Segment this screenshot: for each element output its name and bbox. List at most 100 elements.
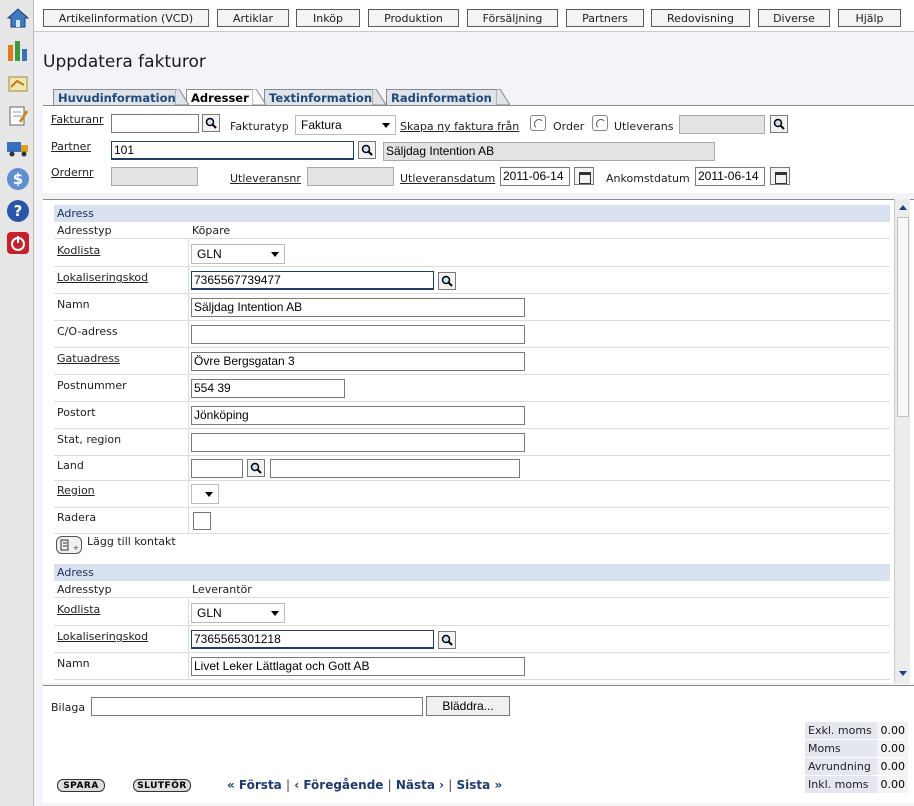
table-row: Region xyxy=(54,481,890,508)
namn-label: Namn xyxy=(57,657,90,670)
kodlista-label: Kodlista xyxy=(57,244,101,257)
utleveransnr-input[interactable] xyxy=(307,167,394,186)
partner-input[interactable]: 101 xyxy=(111,141,354,160)
header-panel: Fakturanr Fakturatyp Faktura Skapa ny fa… xyxy=(43,105,914,193)
tab-textinformation[interactable]: Textinformation xyxy=(264,89,374,105)
tab-adresser[interactable]: Adresser xyxy=(186,89,254,106)
menu-artikelinformation[interactable]: Artikelinformation (VCD) xyxy=(43,9,209,27)
lokaliseringskod-input[interactable]: 7365565301218 xyxy=(191,630,434,649)
kodlista-select[interactable]: GLN xyxy=(191,603,285,623)
tab-radinformation[interactable]: Radinformation xyxy=(386,89,498,105)
pager-first[interactable]: « Första xyxy=(227,778,282,792)
menu-hjalp[interactable]: Hjälp xyxy=(838,9,901,27)
left-toolbar: $ ? xyxy=(0,0,34,806)
menu-forsaljning[interactable]: Försäljning xyxy=(467,9,558,27)
land-label: Land xyxy=(57,459,84,472)
ankomstdatum-input[interactable]: 2011-06-14 xyxy=(695,167,765,186)
postnummer-input[interactable]: 554 39 xyxy=(191,379,345,398)
pager-sep: | xyxy=(285,778,291,792)
region-select[interactable] xyxy=(191,484,219,504)
kodlista-value: GLN xyxy=(197,247,222,261)
menu-inkop[interactable]: Inköp xyxy=(296,9,360,27)
partner-name-field: Säljdag Intention AB xyxy=(383,142,715,161)
app-window: $ ? Artikelinformation (VCD) Artiklar In… xyxy=(0,0,914,806)
table-row: Land xyxy=(54,456,890,481)
table-row: Kodlista GLN xyxy=(54,598,890,626)
radera-checkbox[interactable] xyxy=(193,512,211,530)
fakturanr-input[interactable] xyxy=(111,114,199,133)
bilaga-label: Bilaga xyxy=(51,701,86,714)
menu-artiklar[interactable]: Artiklar xyxy=(217,9,289,27)
utleveransdatum-label: Utleveransdatum xyxy=(400,172,496,185)
order-radio[interactable] xyxy=(530,115,546,131)
calendar-icon[interactable] xyxy=(770,167,790,185)
table-row: Adresstyp Köpare xyxy=(54,222,890,239)
namn-input[interactable]: Säljdag Intention AB xyxy=(191,298,525,317)
co-input[interactable] xyxy=(191,325,525,344)
namn-input[interactable]: Livet Leker Lättlagat och Gott AB xyxy=(191,657,525,676)
edit-note-icon[interactable] xyxy=(5,103,30,128)
finish-button[interactable]: SLUTFÖR xyxy=(133,779,191,792)
menu-produktion[interactable]: Produktion xyxy=(368,9,459,27)
utleveransdatum-input[interactable]: 2011-06-14 xyxy=(500,167,570,186)
search-icon[interactable] xyxy=(358,141,376,159)
add-contact-label[interactable]: Lägg till kontakt xyxy=(87,535,176,548)
menu-redovisning[interactable]: Redovisning xyxy=(651,9,750,27)
pager-prev[interactable]: ‹ Föregående xyxy=(294,778,383,792)
bilaga-input[interactable] xyxy=(91,697,423,716)
postort-input[interactable]: Jönköping xyxy=(191,406,525,425)
table-row: Adresstyp Leverantör xyxy=(54,581,890,598)
totals-row: Exkl. moms 0.00 xyxy=(805,722,908,740)
fakturatyp-select[interactable]: Faktura xyxy=(295,115,396,135)
home-icon[interactable] xyxy=(5,5,30,30)
save-button[interactable]: SPARA xyxy=(57,779,105,792)
gatuadress-input[interactable]: Övre Bergsgatan 3 xyxy=(191,352,525,371)
land-code-input[interactable] xyxy=(191,459,243,478)
table-row: Postnummer 554 39 xyxy=(54,375,890,402)
menu-diverse[interactable]: Diverse xyxy=(758,9,830,27)
search-icon[interactable] xyxy=(770,115,788,133)
pager-next[interactable]: Nästa › xyxy=(396,778,444,792)
co-label: C/O-adress xyxy=(57,325,118,338)
postort-label: Postort xyxy=(57,406,96,419)
search-icon[interactable] xyxy=(438,631,456,649)
lokaliseringskod-input[interactable]: 7365567739477 xyxy=(191,271,434,290)
add-contact-icon[interactable]: +c xyxy=(56,536,82,554)
scroll-thumb[interactable] xyxy=(897,217,909,417)
ankomstdatum-label: Ankomstdatum xyxy=(606,172,690,185)
totals-label: Inkl. moms xyxy=(808,778,869,791)
tab-tail xyxy=(372,89,386,105)
pager-last[interactable]: Sista » xyxy=(457,778,503,792)
totals-row: Inkl. moms 0.00 xyxy=(805,776,908,794)
browse-button[interactable]: Bläddra... xyxy=(426,696,510,716)
search-icon[interactable] xyxy=(438,272,456,290)
stat-input[interactable] xyxy=(191,433,525,452)
totals-value: 0.00 xyxy=(877,776,908,793)
chart-icon[interactable] xyxy=(5,38,30,63)
handshake-icon[interactable] xyxy=(5,70,30,95)
tab-tail xyxy=(496,89,510,105)
truck-icon[interactable] xyxy=(5,135,30,160)
land-name-input[interactable] xyxy=(270,459,520,478)
totals-table: Exkl. moms 0.00 Moms 0.00 Avrundning 0.00 I… xyxy=(805,722,908,794)
kodlista-select[interactable]: GLN xyxy=(191,244,285,264)
dollar-icon[interactable]: $ xyxy=(5,166,30,191)
calendar-icon[interactable] xyxy=(574,167,594,185)
namn-label: Namn xyxy=(57,298,90,311)
scroll-up-icon[interactable] xyxy=(897,202,909,214)
utleverans-input[interactable] xyxy=(679,115,765,134)
tab-huvudinformation[interactable]: Huvudinformation xyxy=(53,89,177,105)
table-row: Postort Jönköping xyxy=(54,402,890,429)
address-panel: Adress Adresstyp Köpare Kodlista GLN Lok… xyxy=(43,199,914,683)
search-icon[interactable] xyxy=(202,114,220,132)
scroll-down-icon[interactable] xyxy=(897,667,909,679)
ordernr-input[interactable] xyxy=(111,167,198,186)
search-icon[interactable] xyxy=(247,459,265,477)
utleveransnr-label: Utleveransnr xyxy=(230,172,301,185)
scrollbar[interactable] xyxy=(894,199,910,683)
help-icon[interactable]: ? xyxy=(5,198,30,223)
power-icon[interactable] xyxy=(5,230,30,255)
menu-partners[interactable]: Partners xyxy=(566,9,644,27)
section-heading: Adress xyxy=(54,205,890,222)
utleverans-radio[interactable] xyxy=(592,115,608,131)
